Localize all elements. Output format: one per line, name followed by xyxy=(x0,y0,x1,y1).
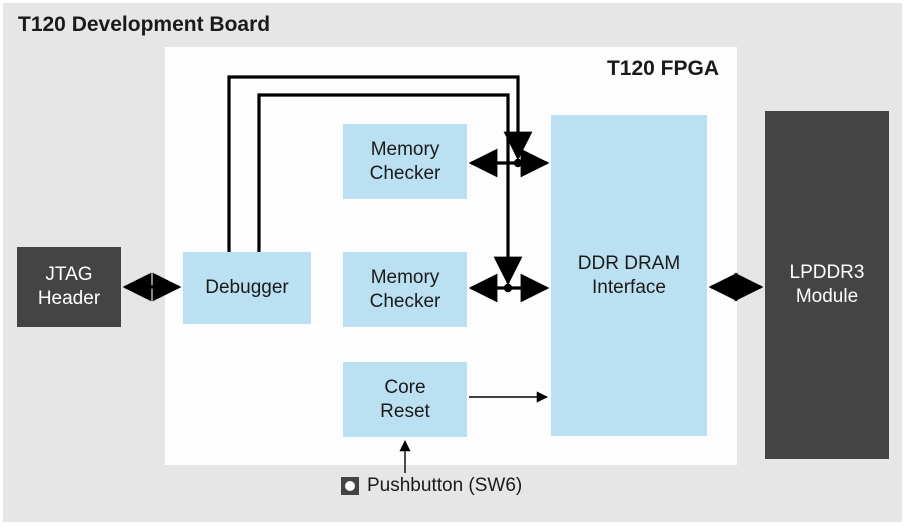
memory-checker-1-block: MemoryChecker xyxy=(343,124,467,199)
core-reset-label: CoreReset xyxy=(380,376,430,424)
jtag-header-label: JTAGHeader xyxy=(38,263,100,311)
pushbutton: Pushbutton (SW6) xyxy=(341,475,522,497)
debugger-label: Debugger xyxy=(205,276,288,300)
fpga-container: T120 FPGA Debugger MemoryChecker MemoryC… xyxy=(165,47,737,465)
development-board: T120 Development Board T120 FPGA Debugge… xyxy=(3,3,902,522)
ddr-interface-label: DDR DRAMInterface xyxy=(578,252,680,300)
pushbutton-label: Pushbutton (SW6) xyxy=(367,475,522,497)
core-reset-block: CoreReset xyxy=(343,362,467,437)
debugger-block: Debugger xyxy=(183,252,311,324)
memory-checker-1-label: MemoryChecker xyxy=(370,138,441,186)
fpga-title: T120 FPGA xyxy=(607,57,719,81)
memory-checker-2-block: MemoryChecker xyxy=(343,252,467,327)
jtag-header-block: JTAGHeader xyxy=(17,247,121,327)
board-title: T120 Development Board xyxy=(18,13,270,37)
ddr-interface-block: DDR DRAMInterface xyxy=(551,115,707,436)
lpddr3-module-block: LPDDR3Module xyxy=(765,111,889,459)
memory-checker-2-label: MemoryChecker xyxy=(370,266,441,314)
lpddr3-module-label: LPDDR3Module xyxy=(790,261,865,309)
pushbutton-icon xyxy=(341,477,359,495)
